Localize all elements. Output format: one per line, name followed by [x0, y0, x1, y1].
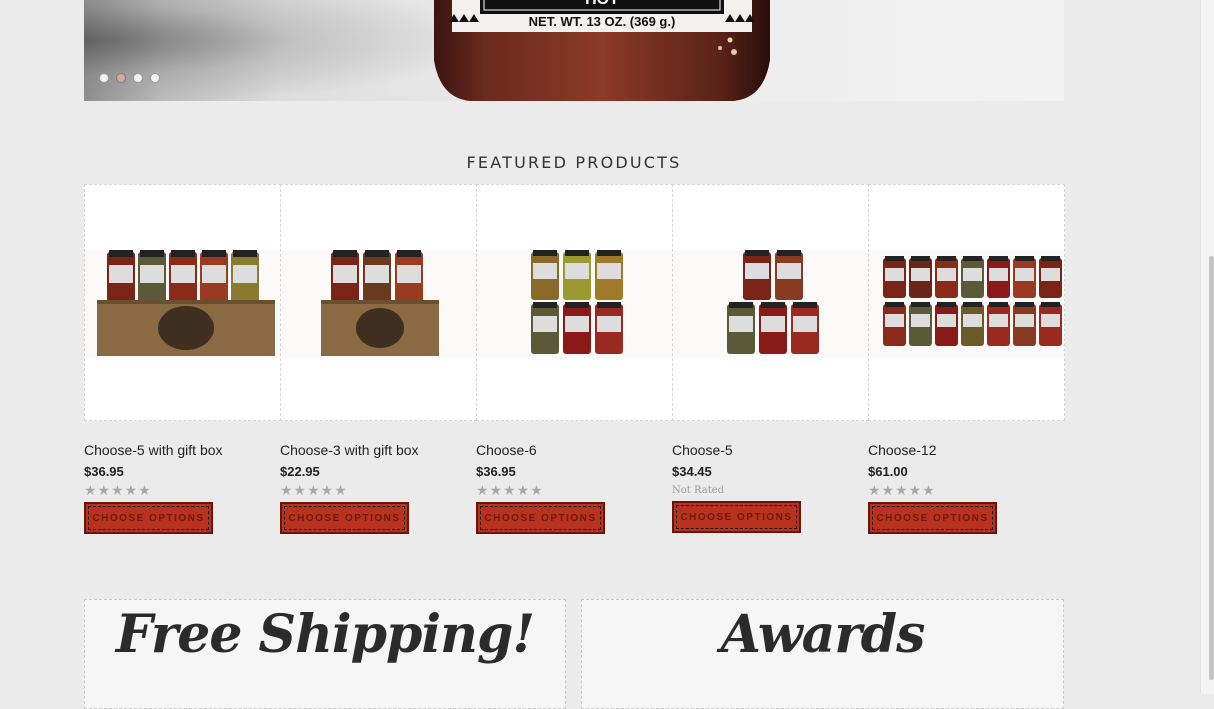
rating-stars: ★★★★★ [280, 482, 348, 498]
rating-stars: ★★★★★ [868, 482, 936, 498]
choose-options-button[interactable]: CHOOSE OPTIONS [280, 502, 409, 534]
slider-dot-1[interactable] [99, 73, 109, 83]
slider-dot-4[interactable] [150, 73, 160, 83]
awards-title: Awards [720, 604, 926, 665]
hero-slider: HOT NET. WT. 13 OZ. (369 g.) [84, 0, 1064, 101]
featured-products-grid: Choose-5 with gift box $36.95 ★★★★★ CHOO… [84, 184, 1065, 544]
product-thumbnail-frame[interactable] [476, 184, 673, 421]
scrollbar-thumb[interactable] [1209, 256, 1214, 680]
slider-dot-3[interactable] [133, 73, 143, 83]
free-shipping-panel[interactable]: Free Shipping! [84, 599, 566, 709]
product-image[interactable] [281, 250, 477, 358]
product-name[interactable]: Choose-6 [476, 442, 537, 458]
product-name[interactable]: Choose-3 with gift box [280, 442, 419, 458]
product-price: $36.95 [476, 464, 516, 479]
product-image[interactable] [673, 250, 869, 358]
awards-panel[interactable]: Awards [581, 599, 1064, 709]
salsa-jar-image: HOT NET. WT. 13 OZ. (369 g.) [434, 0, 770, 101]
product-image[interactable] [477, 250, 673, 358]
rating-stars: ★★★★★ [476, 482, 544, 498]
choose-options-button[interactable]: CHOOSE OPTIONS [84, 502, 213, 534]
hero-net-weight: NET. WT. 13 OZ. (369 g.) [529, 14, 676, 29]
product-price: $61.00 [868, 464, 908, 479]
product-price: $36.95 [84, 464, 124, 479]
choose-options-button[interactable]: CHOOSE OPTIONS [868, 502, 997, 534]
product-thumbnail-frame[interactable] [672, 184, 869, 421]
hero-label-text: HOT [585, 0, 619, 8]
product-name[interactable]: Choose-5 [672, 442, 733, 458]
product-thumbnail-frame[interactable] [868, 184, 1065, 421]
choose-options-button[interactable]: CHOOSE OPTIONS [476, 502, 605, 534]
rating-stars: ★★★★★ [84, 482, 152, 498]
hero-shadow [84, 0, 464, 101]
product-thumbnail-frame[interactable] [280, 184, 477, 421]
slider-dot-2[interactable] [116, 73, 126, 83]
product-thumbnail-frame[interactable] [84, 184, 281, 421]
choose-options-button[interactable]: CHOOSE OPTIONS [672, 501, 801, 533]
product-price: $34.45 [672, 464, 712, 479]
slider-dots [99, 73, 160, 83]
featured-products-title: FEATURED PRODUCTS [466, 153, 682, 172]
free-shipping-title: Free Shipping! [115, 604, 535, 665]
not-rated-label: Not Rated [672, 485, 725, 496]
product-image[interactable] [869, 250, 1065, 358]
product-name[interactable]: Choose-12 [868, 442, 937, 458]
product-price: $22.95 [280, 464, 320, 479]
product-image[interactable] [85, 250, 281, 358]
product-name[interactable]: Choose-5 with gift box [84, 442, 223, 458]
